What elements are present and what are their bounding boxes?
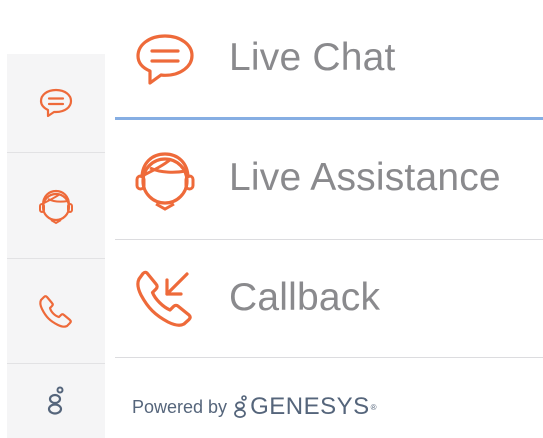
channel-menu: Live Chat Live Assistance Callback Power…: [115, 0, 543, 438]
chat-bubble-icon: [39, 88, 73, 118]
genesys-logo-icon: [47, 386, 64, 415]
powered-by-text: Powered by: [132, 396, 228, 417]
agent-headset-icon: [133, 148, 197, 212]
trademark-mark: ®: [370, 402, 377, 412]
genesys-logo-icon: [233, 395, 248, 419]
menu-item-callback[interactable]: Callback: [115, 240, 543, 358]
menu-item-label: Callback: [229, 276, 381, 319]
rail-live-assistance-button[interactable]: [7, 153, 105, 259]
rail-callback-button[interactable]: [7, 259, 105, 364]
channel-rail: [7, 54, 105, 438]
contact-widget: Live Chat Live Assistance Callback Power…: [0, 0, 543, 438]
agent-headset-icon: [39, 189, 73, 224]
callback-phone-icon: [133, 266, 197, 330]
menu-item-live-assistance[interactable]: Live Assistance: [115, 120, 543, 240]
rail-genesys-logo: [7, 364, 105, 438]
powered-by-genesys[interactable]: Powered by GENESYS ®: [132, 390, 377, 424]
rail-live-chat-button[interactable]: [7, 54, 105, 153]
genesys-brand-text: GENESYS: [250, 393, 370, 420]
menu-item-label: Live Chat: [229, 36, 396, 79]
menu-item-live-chat[interactable]: Live Chat: [115, 0, 543, 120]
menu-item-label: Live Assistance: [229, 156, 501, 199]
chat-bubble-icon: [133, 28, 197, 92]
phone-icon: [39, 295, 72, 328]
